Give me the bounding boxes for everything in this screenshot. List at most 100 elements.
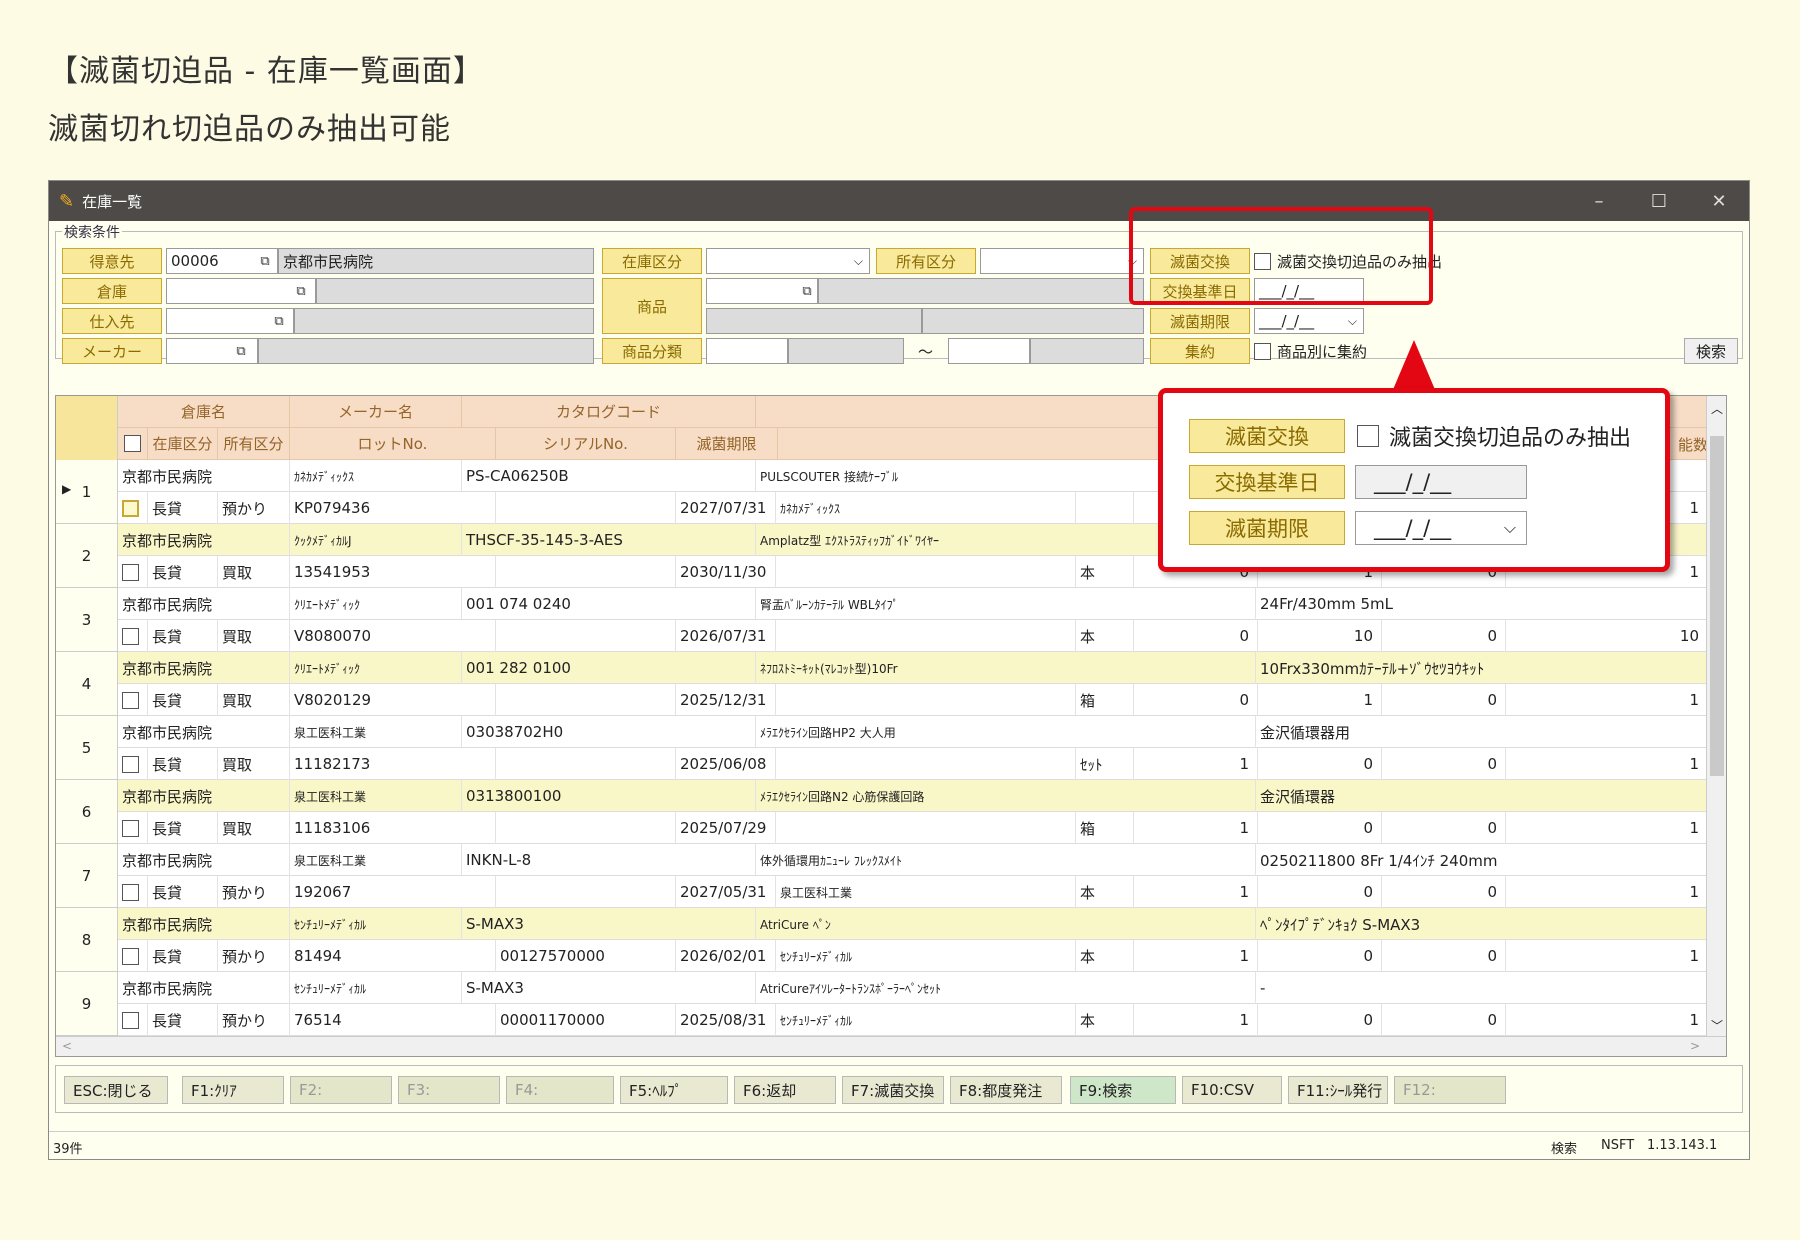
cell-serial [496,556,676,588]
cell-shoyu: 預かり [218,1004,290,1036]
shohin-name-field [818,278,1144,304]
shohin-lookup-icon[interactable]: ⧉ [798,282,816,300]
table-row[interactable]: 9 京都市民病院 ｾﾝﾁｭﾘｰﾒﾃﾞｨｶﾙ S-MAX3 AtriCureｱｲｿﾚｰﾀｰ… [56,972,1708,1036]
row-number[interactable]: 2 [56,524,118,588]
fkey-button-12[interactable]: F12: [1394,1076,1506,1104]
fkey-button-6[interactable]: F6:返却 [734,1076,836,1104]
chevron-down-icon[interactable]: ﹀ [1711,1017,1723,1034]
cell-souko: 京都市民病院 [118,844,290,876]
cell-catalog: PS-CA06250B [462,460,756,492]
cell-unit: 箱 [1076,812,1134,844]
fkey-button-9[interactable]: F9:検索 [1070,1076,1176,1104]
cell-shohin: 腎盂ﾊﾞﾙｰﾝｶﾃｰﾃﾙ WBLﾀｲﾌﾟ [756,588,1256,620]
table-row[interactable]: 7 京都市民病院 泉工医科工業 INKN-L-8 体外循環用ｶﾆｭｰﾚ ﾌﾚｯｸｽﾒｲﾄ… [56,844,1708,908]
col-catalog: カタログコード [462,396,756,428]
fkey-button-2[interactable]: F2: [290,1076,392,1104]
callout-mekkin-koukan-label: 滅菌交換 [1189,419,1345,453]
vertical-scrollbar[interactable]: ︿ ﹀ [1706,396,1726,1038]
row-checkbox[interactable] [118,620,148,652]
page-heading: 【滅菌切迫品 - 在庫一覧画面】 [48,54,484,89]
table-row[interactable]: 3 京都市民病院 ｸﾘｴｰﾄﾒﾃﾞｨｯｸ 001 074 0240 腎盂ﾊﾞﾙｰﾝｶﾃｰ… [56,588,1708,652]
col-kigen: 滅菌期限 [676,428,778,460]
shiiresaki-lookup-icon[interactable]: ⧉ [270,312,288,330]
fkey-button-5[interactable]: F5:ﾍﾙﾌﾟ [620,1076,728,1104]
title-bar: ✎ 在庫一覧 – ☐ ✕ [49,181,1749,221]
row-number[interactable]: 9 [56,972,118,1036]
row-number[interactable]: 6 [56,780,118,844]
shuyaku-checkbox[interactable]: 商品別に集約 [1254,338,1367,364]
chevron-up-icon[interactable]: ︿ [1711,400,1723,417]
fkey-button-8[interactable]: F8:都度発注 [950,1076,1062,1104]
row-checkbox[interactable] [118,1004,148,1036]
callout-mekkin-koukan-checkbox[interactable]: 滅菌交換切迫品のみ抽出 [1357,419,1631,453]
cell-kigen: 2025/12/31 [676,684,776,716]
maximize-button[interactable]: ☐ [1629,191,1689,212]
chevron-left-icon[interactable]: < [62,1039,72,1053]
row-checkbox[interactable] [118,812,148,844]
cell-serial [496,684,676,716]
row-checkbox[interactable] [118,748,148,780]
row-number[interactable]: 5 [56,716,118,780]
cell-q1: 1 [1134,812,1258,844]
cell-maker: 泉工医科工業 [290,780,462,812]
row-checkbox[interactable] [118,556,148,588]
col-maker: メーカー名 [290,396,462,428]
cell-shohin: ﾈﾌﾛｽﾄﾐｰｷｯﾄ(ﾏﾚｺｯﾄ型)10Fr [756,652,1256,684]
minimize-button[interactable]: – [1569,191,1629,212]
table-row[interactable]: 4 京都市民病院 ｸﾘｴｰﾄﾒﾃﾞｨｯｸ 001 282 0100 ﾈﾌﾛｽﾄﾐｰｷｯﾄ… [56,652,1708,716]
cell-lot: V8080070 [290,620,496,652]
cell-q4: 1 [1506,812,1708,844]
callout-koukan-kijunbi-input[interactable]: ___/_/__ [1355,465,1527,499]
chevron-right-icon[interactable]: > [1690,1039,1700,1053]
row-number[interactable]: 8 [56,908,118,972]
fkey-button-3[interactable]: F3: [398,1076,500,1104]
fkey-button-11[interactable]: F11:ｼｰﾙ発行 [1288,1076,1388,1104]
cell-lot: KP079436 [290,492,496,524]
table-row[interactable]: 5 京都市民病院 泉工医科工業 03038702H0 ﾒﾗｴｸｾﾗｲﾝ回路HP2 大人用… [56,716,1708,780]
fkey-button-10[interactable]: F10:CSV [1182,1076,1282,1104]
row-checkbox[interactable] [118,684,148,716]
souko-lookup-icon[interactable]: ⧉ [292,282,310,300]
fkey-button-7[interactable]: F7:滅菌交換 [842,1076,944,1104]
shohin-spec2-field [922,308,1144,334]
row-number[interactable]: 7 [56,844,118,908]
table-row[interactable]: 6 京都市民病院 泉工医科工業 0313800100 ﾒﾗｴｸｾﾗｲﾝ回路N2 心筋保護… [56,780,1708,844]
cell-serial: 00127570000 [496,940,676,972]
tokuisaki-lookup-icon[interactable]: ⧉ [256,252,274,270]
col-shoyu-kubun: 所有区分 [218,428,290,460]
row-number[interactable]: 3 [56,588,118,652]
select-all-checkbox[interactable] [118,428,148,460]
status-bar: 39件 検索 NSFT 1.13.143.1 [49,1131,1749,1159]
row-checkbox[interactable] [118,492,148,524]
bunrui-to-input[interactable] [948,338,1030,364]
row-checkbox[interactable] [118,876,148,908]
inventory-window: ✎ 在庫一覧 – ☐ ✕ 検索条件 得意先 00006 ⧉ 京都市民病院 在庫区… [48,180,1750,1160]
zaiko-kubun-select[interactable]: ⌵ [706,248,870,274]
cell-lot: V8020129 [290,684,496,716]
maker-lookup-icon[interactable]: ⧉ [232,342,250,360]
cell-shiire: 泉工医科工業 [776,876,1076,908]
fkey-button-1[interactable]: F1:ｸﾘｱ [182,1076,284,1104]
row-number[interactable]: 4 [56,652,118,716]
fkey-button-4[interactable]: F4: [506,1076,614,1104]
cell-q4: 10 [1506,620,1708,652]
close-button[interactable]: ✕ [1689,191,1749,212]
fkey-button-0[interactable]: ESC:閉じる [64,1076,168,1104]
row-checkbox[interactable] [118,940,148,972]
horizontal-scrollbar[interactable]: < > [56,1036,1726,1056]
cell-unit: 本 [1076,1004,1134,1036]
shoyu-kubun-select[interactable]: ⌵ [980,248,1144,274]
checkbox[interactable] [1254,342,1271,360]
callout-mekkin-kigen-select[interactable]: ___/_/__ ⌵ [1355,511,1527,545]
cell-catalog: 001 282 0100 [462,652,756,684]
search-button[interactable]: 検索 [1684,338,1738,364]
cell-maker: ｸｯｸﾒﾃﾞｨｶﾙJ [290,524,462,556]
bunrui-from-input[interactable] [706,338,788,364]
mekkin-kigen-select[interactable]: ___/_/__ ⌵ [1254,308,1364,334]
scroll-thumb[interactable] [1710,436,1724,776]
cell-zaiko: 長貸 [148,620,218,652]
cell-souko: 京都市民病院 [118,588,290,620]
cell-lot: 13541953 [290,556,496,588]
table-row[interactable]: 8 京都市民病院 ｾﾝﾁｭﾘｰﾒﾃﾞｨｶﾙ S-MAX3 AtriCure ﾍﾟﾝ ﾍﾟﾝ… [56,908,1708,972]
checkbox[interactable] [1357,425,1379,447]
